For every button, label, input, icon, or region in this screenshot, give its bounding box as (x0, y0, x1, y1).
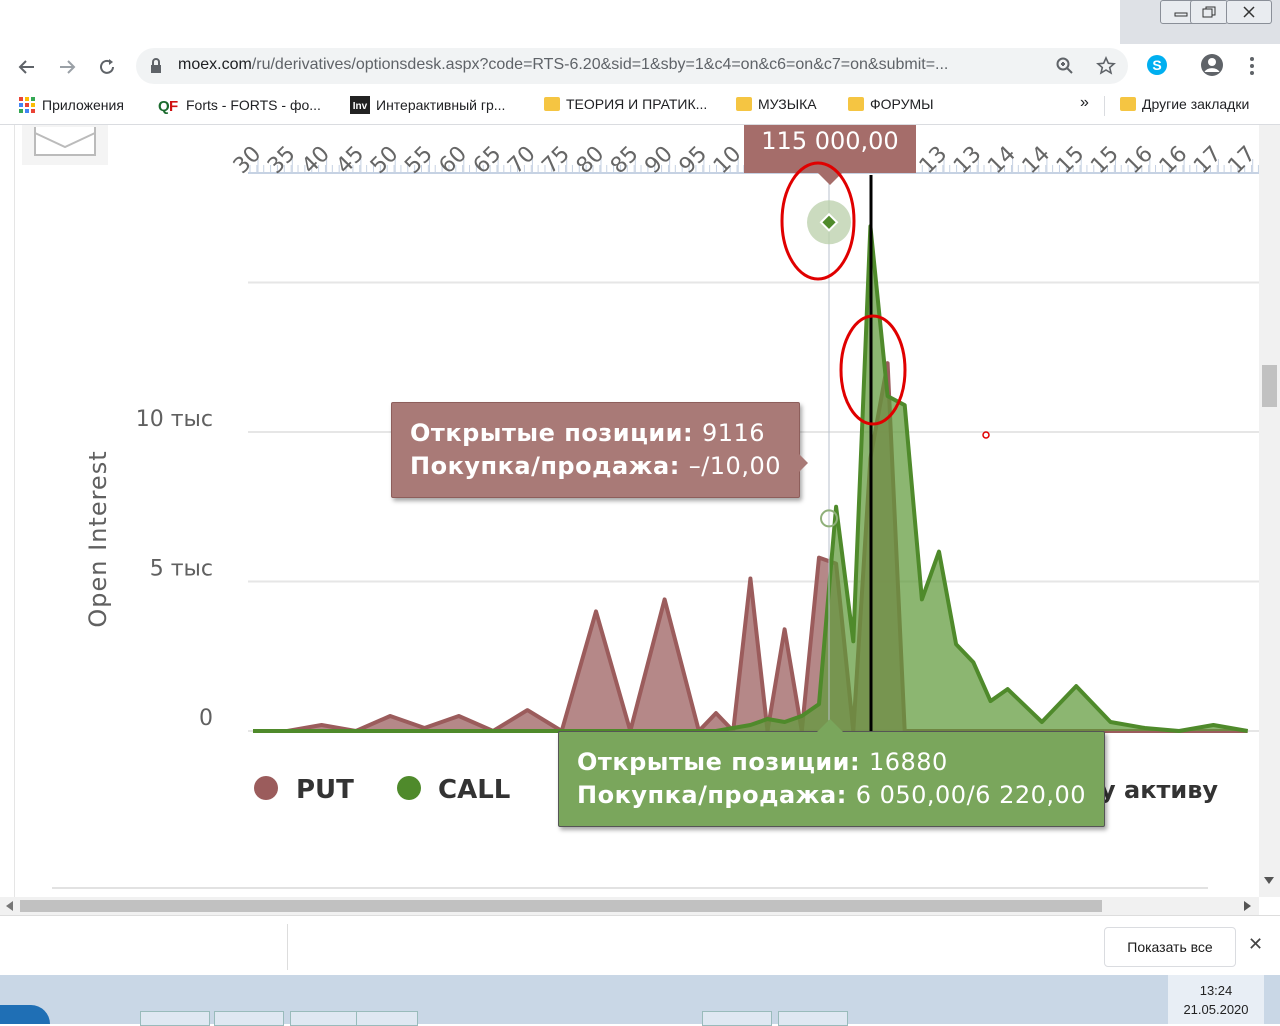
scroll-right-arrow-icon[interactable] (1244, 901, 1252, 911)
bookmark-label: Интерактивный гр... (376, 97, 506, 113)
put-oi-value: 9116 (701, 419, 766, 447)
zoom-icon[interactable] (1056, 57, 1074, 75)
svg-text:S: S (1152, 57, 1161, 73)
legend-call-label[interactable]: CALL (438, 775, 510, 805)
y-tick-label: 0 (199, 706, 213, 731)
system-clock[interactable]: 13:24 21.05.2020 (1168, 975, 1264, 1024)
clock-date: 21.05.2020 (1183, 1002, 1249, 1017)
skype-icon[interactable]: S (1146, 54, 1168, 76)
apps-grid-icon (19, 97, 35, 113)
call-tooltip-pointer (816, 719, 844, 733)
forward-button[interactable] (52, 52, 82, 82)
call-tooltip-line1: Открытые позиции: 16880 (577, 746, 1086, 779)
folder-icon (736, 97, 752, 111)
bookmark-label: МУЗЫКА (758, 96, 817, 112)
y-axis: 0 5 тыс 10 тыс (136, 407, 213, 731)
folder-icon (848, 97, 864, 111)
bookmark-interactive[interactable]: Inv Интерактивный гр... (350, 96, 505, 114)
browser-tab-strip (0, 0, 1280, 44)
legend-underlying-label[interactable]: у активу (1100, 776, 1218, 804)
bookmarks-divider (1104, 96, 1105, 116)
star-icon[interactable] (1096, 56, 1116, 76)
put-tooltip-pointer (794, 449, 808, 477)
url-host: moex.com (178, 56, 252, 73)
url-text: moex.com/ru/derivatives/optionsdesk.aspx… (178, 56, 948, 74)
close-window-button[interactable] (1226, 0, 1272, 24)
horizontal-scroll-thumb[interactable] (20, 900, 1102, 912)
download-bar: Показать все ✕ (0, 915, 1280, 976)
address-toolbar: moex.com/ru/derivatives/optionsdesk.aspx… (0, 44, 1280, 88)
legend-put-marker[interactable] (254, 776, 278, 800)
kebab-menu-icon[interactable] (1248, 56, 1256, 76)
crosshair-value: 115 000,00 (761, 127, 898, 155)
call-oi-value: 16880 (868, 748, 948, 776)
bookmark-label: Другие закладки (1142, 96, 1250, 112)
call-bidask-key: Покупка/продажа: (577, 781, 847, 809)
reload-icon (100, 59, 114, 74)
lock-icon (151, 58, 161, 73)
put-tooltip-line2: Покупка/продажа: –/10,00 (410, 450, 781, 483)
call-tooltip-line2: Покупка/продажа: 6 050,00/6 220,00 (577, 779, 1086, 812)
scroll-left-arrow-icon[interactable] (6, 901, 14, 911)
bookmarks-overflow-button[interactable]: » (1080, 94, 1089, 112)
bookmarks-bar: Приложения QF Forts - FORTS - фо... Inv … (0, 88, 1280, 125)
call-oi-key: Открытые позиции: (577, 748, 861, 776)
y-tick-label: 10 тыс (136, 407, 213, 432)
put-oi-key: Открытые позиции: (410, 419, 694, 447)
back-button[interactable] (12, 52, 42, 82)
close-icon (1243, 6, 1255, 18)
y-tick-label: 5 тыс (150, 557, 213, 582)
bookmark-forums[interactable]: ФОРУМЫ (848, 96, 934, 112)
start-button[interactable] (0, 1005, 50, 1024)
windows-taskbar: 13:24 21.05.2020 (0, 975, 1280, 1026)
folder-icon (1120, 97, 1136, 111)
bookmark-music[interactable]: МУЗЫКА (736, 96, 817, 112)
put-bidask-key: Покупка/продажа: (410, 452, 680, 480)
svg-text:F: F (169, 98, 178, 114)
legend-call-marker[interactable] (397, 776, 421, 800)
bookmark-forts[interactable]: QF Forts - FORTS - фо... (158, 96, 321, 114)
put-tooltip-line1: Открытые позиции: 9116 (410, 417, 781, 450)
vertical-scrollbar[interactable] (1259, 125, 1280, 897)
address-bar[interactable]: moex.com/ru/derivatives/optionsdesk.aspx… (136, 48, 1128, 84)
bookmark-other[interactable]: Другие закладки (1120, 96, 1249, 112)
tab-area (0, 0, 1120, 44)
arrow-left-icon (18, 60, 34, 74)
clock-time: 13:24 (1199, 983, 1233, 998)
profile-avatar-icon[interactable] (1200, 53, 1224, 77)
page-viewport: 30 35 40 45 50 55 60 65 70 75 80 85 90 95 10 13 13 14 14 15… (0, 125, 1264, 897)
folder-icon (544, 97, 560, 111)
url-path: /ru/derivatives/optionsdesk.aspx?code=RT… (251, 56, 949, 73)
restore-icon (1202, 6, 1216, 18)
y-axis-title: Open Interest (84, 450, 112, 627)
arrow-right-icon (60, 60, 76, 74)
put-tooltip: Открытые позиции: 9116 Покупка/продажа: … (391, 402, 800, 498)
bookmark-theory[interactable]: ТЕОРИЯ И ПРАТИК... (544, 96, 707, 112)
qf-logo-icon: QF (158, 98, 178, 114)
reload-button[interactable] (92, 52, 122, 82)
bookmark-label: Forts - FORTS - фо... (186, 97, 321, 113)
bookmark-label: ФОРУМЫ (870, 96, 934, 112)
minimize-icon (1174, 12, 1188, 17)
call-tooltip: Открытые позиции: 16880 Покупка/продажа:… (558, 731, 1106, 827)
call-bidask-value: 6 050,00/6 220,00 (855, 781, 1087, 809)
put-bidask-value: –/10,00 (688, 452, 781, 480)
show-all-button[interactable]: Показать все (1104, 927, 1236, 967)
download-bar-divider (287, 924, 288, 970)
scroll-down-arrow-icon[interactable] (1264, 877, 1274, 885)
crosshair-label: 115 000,00 (744, 125, 916, 185)
legend-put-label[interactable]: PUT (296, 775, 354, 805)
svg-text:Inv: Inv (353, 101, 368, 112)
bookmark-label: Приложения (42, 97, 124, 113)
restore-button[interactable] (1190, 0, 1228, 24)
bookmark-label: ТЕОРИЯ И ПРАТИК... (566, 96, 708, 112)
vertical-scroll-thumb[interactable] (1262, 365, 1277, 407)
overflow-chevron-icon: » (1080, 94, 1089, 111)
bookmark-apps[interactable]: Приложения (18, 96, 124, 114)
inv-logo-icon: Inv (350, 96, 370, 114)
close-download-bar-icon[interactable]: ✕ (1248, 934, 1263, 955)
